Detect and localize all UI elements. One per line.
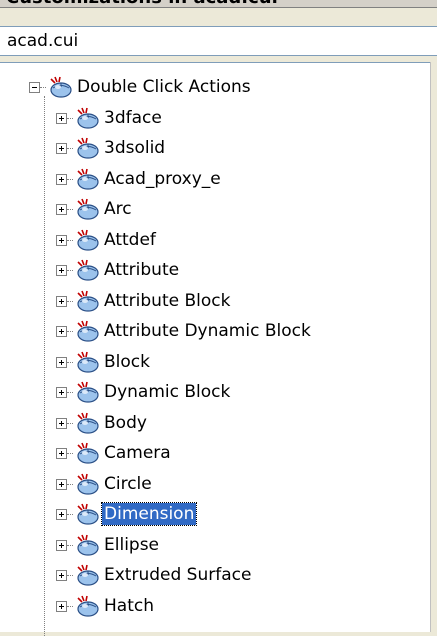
tree-node[interactable]: Body [0, 408, 430, 438]
tree-node-label: Camera [104, 443, 171, 463]
expand-toggle-icon[interactable] [56, 387, 67, 398]
tree-node-label: 3dsolid [104, 138, 166, 158]
mouse-action-icon [72, 197, 100, 221]
expand-toggle-icon[interactable] [56, 143, 67, 154]
expand-toggle-icon[interactable] [56, 448, 67, 459]
cui-file-combo[interactable]: acad.cui [0, 26, 437, 56]
tree-node-label: Attdef [104, 229, 156, 250]
tree-node[interactable]: Camera [0, 438, 430, 468]
expand-toggle-icon[interactable] [56, 570, 67, 581]
tree-node[interactable]: Hatch [0, 591, 430, 621]
panel-title: Customizations in acad.cui [0, 0, 437, 8]
tree-node-label: Ellipse [104, 534, 160, 555]
expand-toggle-icon[interactable] [56, 326, 67, 337]
mouse-action-icon [72, 411, 100, 435]
tree-node-label: Acad_proxy_e [104, 168, 221, 189]
tree-node-label: Hatch [104, 595, 154, 616]
tree-node-label: Circle [104, 473, 152, 494]
tree-node[interactable]: Dynamic Block [0, 377, 430, 407]
tree-root-node[interactable]: Double Click Actions [0, 72, 430, 102]
expand-toggle-icon[interactable] [56, 112, 67, 124]
collapse-toggle-icon[interactable] [29, 82, 40, 93]
tree-node-label: Extruded Surface [104, 565, 252, 585]
tree-node-label: Block [104, 351, 150, 372]
expand-toggle-icon[interactable] [56, 539, 67, 551]
tree-node[interactable]: Acad_proxy_e [0, 164, 430, 194]
tree-node[interactable]: Attdef [0, 225, 430, 255]
tree-node-label: Attribute Block [104, 290, 231, 311]
tree-node[interactable]: 3dsolid [0, 133, 430, 163]
mouse-action-icon [45, 75, 73, 99]
tree-node-label: 3dface [104, 107, 162, 128]
tree-node-label: Arc [104, 199, 132, 219]
expand-toggle-icon[interactable] [56, 478, 67, 490]
mouse-action-icon [72, 228, 100, 252]
mouse-action-icon [72, 258, 100, 282]
tree-node[interactable]: Circle [0, 469, 430, 499]
tree-node[interactable]: 3dface [0, 103, 430, 133]
mouse-action-icon [72, 563, 100, 587]
tree-node-label: Dynamic Block [104, 382, 231, 402]
tree-node[interactable]: Arc [0, 194, 430, 224]
expand-toggle-icon[interactable] [56, 356, 67, 368]
expand-toggle-icon[interactable] [56, 509, 67, 520]
tree-node-label: Double Click Actions [77, 77, 251, 97]
mouse-action-icon [72, 350, 100, 374]
expand-toggle-icon[interactable] [56, 417, 67, 429]
mouse-action-icon [72, 472, 100, 496]
tree-node-label: Attribute Dynamic Block [104, 321, 311, 341]
mouse-action-icon [72, 289, 100, 313]
mouse-action-icon [72, 106, 100, 130]
tree-node[interactable]: Extruded Surface [0, 560, 430, 590]
tree-scroll-edge[interactable] [430, 62, 437, 632]
mouse-action-icon [72, 167, 100, 191]
expand-toggle-icon[interactable] [56, 173, 67, 185]
expand-toggle-icon[interactable] [56, 265, 67, 276]
mouse-action-icon [72, 136, 100, 160]
tree-node[interactable]: Ellipse [0, 530, 430, 560]
mouse-action-icon [72, 441, 100, 465]
mouse-action-icon [72, 319, 100, 343]
tree-node[interactable]: Attribute Dynamic Block [0, 316, 430, 346]
tree-node-label: Attribute [104, 260, 180, 280]
expand-toggle-icon[interactable] [56, 234, 67, 246]
tree-node-label: Dimension [100, 502, 198, 526]
mouse-action-icon [72, 594, 100, 618]
expand-toggle-icon[interactable] [56, 600, 67, 612]
mouse-action-icon [72, 533, 100, 557]
tree-node[interactable]: Block [0, 347, 430, 377]
expand-toggle-icon[interactable] [56, 295, 67, 307]
expand-toggle-icon[interactable] [56, 204, 67, 215]
mouse-action-icon [72, 502, 100, 526]
mouse-action-icon [72, 380, 100, 404]
tree-node-label: Body [104, 412, 147, 433]
tree-node[interactable]: Attribute [0, 255, 430, 285]
tree-node[interactable]: Dimension [0, 499, 430, 529]
tree-node[interactable]: Attribute Block [0, 286, 430, 316]
